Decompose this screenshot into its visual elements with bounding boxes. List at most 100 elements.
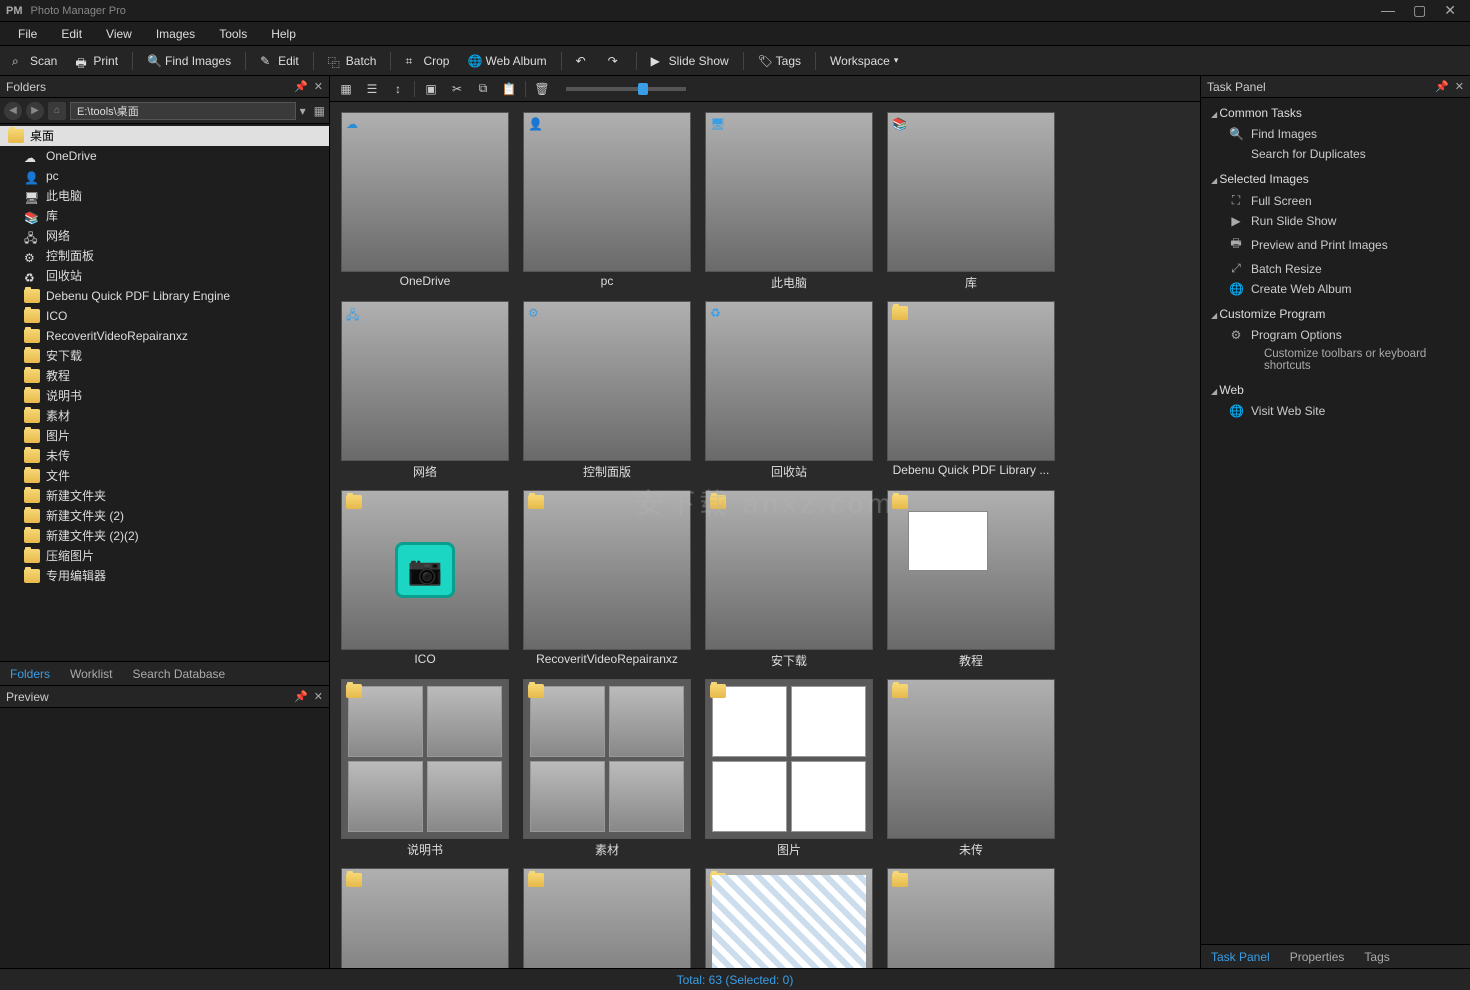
thumbnail-item[interactable]: 🖥此电脑 bbox=[704, 112, 874, 291]
home-icon[interactable]: ⌂ bbox=[48, 102, 66, 120]
thumbnail-item[interactable]: ⚙控制面版 bbox=[522, 301, 692, 480]
batch-button[interactable]: ⿻Batch bbox=[320, 51, 385, 71]
tree-item[interactable]: Debenu Quick PDF Library Engine bbox=[0, 286, 329, 306]
tree-item[interactable]: 🖥此电脑 bbox=[0, 186, 329, 206]
menu-tools[interactable]: Tools bbox=[209, 25, 257, 43]
thumbnail-item[interactable]: 说明书 bbox=[340, 679, 510, 858]
minimize-button[interactable]: — bbox=[1381, 2, 1395, 19]
find-images-button[interactable]: 🔍Find Images bbox=[139, 51, 239, 71]
back-button[interactable]: ◀ bbox=[4, 102, 22, 120]
thumbnail-item[interactable] bbox=[340, 868, 510, 968]
tree-item[interactable]: RecoveritVideoRepairanxz bbox=[0, 326, 329, 346]
maximize-button[interactable]: ▢ bbox=[1413, 2, 1426, 19]
delete-icon[interactable]: 🗑 bbox=[532, 79, 552, 99]
task-group-header[interactable]: Selected Images bbox=[1201, 168, 1470, 190]
thumbnail-item[interactable]: 👤pc bbox=[522, 112, 692, 291]
thumbnail-item[interactable]: 🖧网络 bbox=[340, 301, 510, 480]
tree-item[interactable]: ♻回收站 bbox=[0, 266, 329, 286]
tags-button[interactable]: 🏷Tags bbox=[750, 51, 809, 71]
folder-tree[interactable]: 桌面☁OneDrive👤pc🖥此电脑📚库🖧网络⚙控制面板♻回收站Debenu Q… bbox=[0, 124, 329, 661]
view-list-icon[interactable]: ☰ bbox=[362, 79, 382, 99]
task-link[interactable]: 🔍Find Images bbox=[1201, 124, 1470, 144]
edit-button[interactable]: ✎Edit bbox=[252, 51, 307, 71]
task-link[interactable]: 🌐Create Web Album bbox=[1201, 279, 1470, 299]
tree-item[interactable]: 新建文件夹 bbox=[0, 486, 329, 506]
close-panel-icon[interactable]: ✕ bbox=[1455, 80, 1464, 93]
tab-search-database[interactable]: Search Database bbox=[122, 663, 235, 685]
tree-item[interactable]: 教程 bbox=[0, 366, 329, 386]
path-history-icon[interactable]: ▦ bbox=[314, 104, 325, 118]
close-button[interactable]: ✕ bbox=[1444, 2, 1456, 19]
tree-item[interactable]: 素材 bbox=[0, 406, 329, 426]
print-button[interactable]: 🖶Print bbox=[67, 51, 126, 71]
pin-icon[interactable]: 📌 bbox=[294, 690, 308, 703]
path-dropdown-icon[interactable]: ▾ bbox=[300, 104, 306, 118]
tree-item[interactable]: 专用编辑器 bbox=[0, 566, 329, 586]
tab-worklist[interactable]: Worklist bbox=[60, 663, 122, 685]
tab-task-panel[interactable]: Task Panel bbox=[1201, 946, 1280, 968]
thumbnail-item[interactable] bbox=[886, 868, 1056, 968]
menu-file[interactable]: File bbox=[8, 25, 47, 43]
thumbnail-item[interactable]: 📚库 bbox=[886, 112, 1056, 291]
tree-item[interactable]: 👤pc bbox=[0, 166, 329, 186]
tree-item[interactable]: 说明书 bbox=[0, 386, 329, 406]
tree-item[interactable]: 🖧网络 bbox=[0, 226, 329, 246]
task-link[interactable]: ⛶Full Screen bbox=[1201, 190, 1470, 211]
menu-edit[interactable]: Edit bbox=[51, 25, 92, 43]
tree-item[interactable]: 压缩图片 bbox=[0, 546, 329, 566]
tab-folders[interactable]: Folders bbox=[0, 663, 60, 685]
pin-icon[interactable]: 📌 bbox=[1435, 80, 1449, 93]
thumbnail-item[interactable]: 未传 bbox=[886, 679, 1056, 858]
crop-button[interactable]: ⌗Crop bbox=[397, 51, 457, 71]
tab-tags[interactable]: Tags bbox=[1354, 946, 1399, 968]
menu-view[interactable]: View bbox=[96, 25, 142, 43]
menu-help[interactable]: Help bbox=[261, 25, 306, 43]
tree-item[interactable]: ICO bbox=[0, 306, 329, 326]
tree-item[interactable]: 新建文件夹 (2) bbox=[0, 506, 329, 526]
tab-properties[interactable]: Properties bbox=[1280, 946, 1355, 968]
tree-item[interactable]: 📚库 bbox=[0, 206, 329, 226]
close-panel-icon[interactable]: ✕ bbox=[314, 80, 323, 93]
thumbnail-item[interactable]: RecoveritVideoRepairanxz bbox=[522, 490, 692, 669]
thumbnail-item[interactable]: 教程 bbox=[886, 490, 1056, 669]
task-link[interactable]: ⚙Program Options bbox=[1201, 325, 1470, 345]
thumbnail-item[interactable]: Debenu Quick PDF Library ... bbox=[886, 301, 1056, 480]
tree-item[interactable]: 安下载 bbox=[0, 346, 329, 366]
thumbnail-item[interactable]: ☁OneDrive bbox=[340, 112, 510, 291]
task-group-header[interactable]: Common Tasks bbox=[1201, 102, 1470, 124]
tree-item[interactable]: 未传 bbox=[0, 446, 329, 466]
tree-item[interactable]: 桌面 bbox=[0, 126, 329, 146]
thumbnail-item[interactable]: 图片 bbox=[704, 679, 874, 858]
task-link[interactable]: Search for Duplicates bbox=[1201, 144, 1470, 164]
thumbnail-item[interactable] bbox=[522, 868, 692, 968]
rotate-left-button[interactable]: ↶ bbox=[568, 51, 598, 71]
task-group-header[interactable]: Customize Program bbox=[1201, 303, 1470, 325]
tree-item[interactable]: ☁OneDrive bbox=[0, 146, 329, 166]
tree-item[interactable]: ⚙控制面板 bbox=[0, 246, 329, 266]
tree-item[interactable]: 文件 bbox=[0, 466, 329, 486]
scan-button[interactable]: ⌕Scan bbox=[4, 51, 65, 71]
thumbnail-grid-wrap[interactable]: ☁OneDrive👤pc🖥此电脑📚库🖧网络⚙控制面版♻回收站Debenu Qui… bbox=[330, 102, 1200, 968]
thumbnail-item[interactable]: 安下载 bbox=[704, 490, 874, 669]
thumbnail-item[interactable]: ICO bbox=[340, 490, 510, 669]
view-thumbnails-icon[interactable]: ▦ bbox=[336, 79, 356, 99]
task-link[interactable]: 🌐Visit Web Site bbox=[1201, 401, 1470, 421]
menu-images[interactable]: Images bbox=[146, 25, 205, 43]
task-link[interactable]: ⤢Batch Resize bbox=[1201, 258, 1470, 279]
forward-button[interactable]: ▶ bbox=[26, 102, 44, 120]
cut-icon[interactable]: ✂ bbox=[447, 79, 467, 99]
path-input[interactable] bbox=[70, 102, 296, 120]
close-panel-icon[interactable]: ✕ bbox=[314, 690, 323, 703]
pin-icon[interactable]: 📌 bbox=[294, 80, 308, 93]
task-link[interactable]: ▶Run Slide Show bbox=[1201, 211, 1470, 231]
thumbnail-item[interactable] bbox=[704, 868, 874, 968]
copy-icon[interactable]: ⧉ bbox=[473, 79, 493, 99]
paste-icon[interactable]: 📋 bbox=[499, 79, 519, 99]
rotate-right-button[interactable]: ↷ bbox=[600, 51, 630, 71]
thumbnail-item[interactable]: 素材 bbox=[522, 679, 692, 858]
zoom-slider[interactable] bbox=[566, 87, 686, 91]
workspace-button[interactable]: Workspace bbox=[822, 51, 906, 71]
task-link[interactable]: 🖶Preview and Print Images bbox=[1201, 231, 1470, 258]
select-all-icon[interactable]: ▣ bbox=[421, 79, 441, 99]
web-album-button[interactable]: 🌐Web Album bbox=[459, 51, 554, 71]
